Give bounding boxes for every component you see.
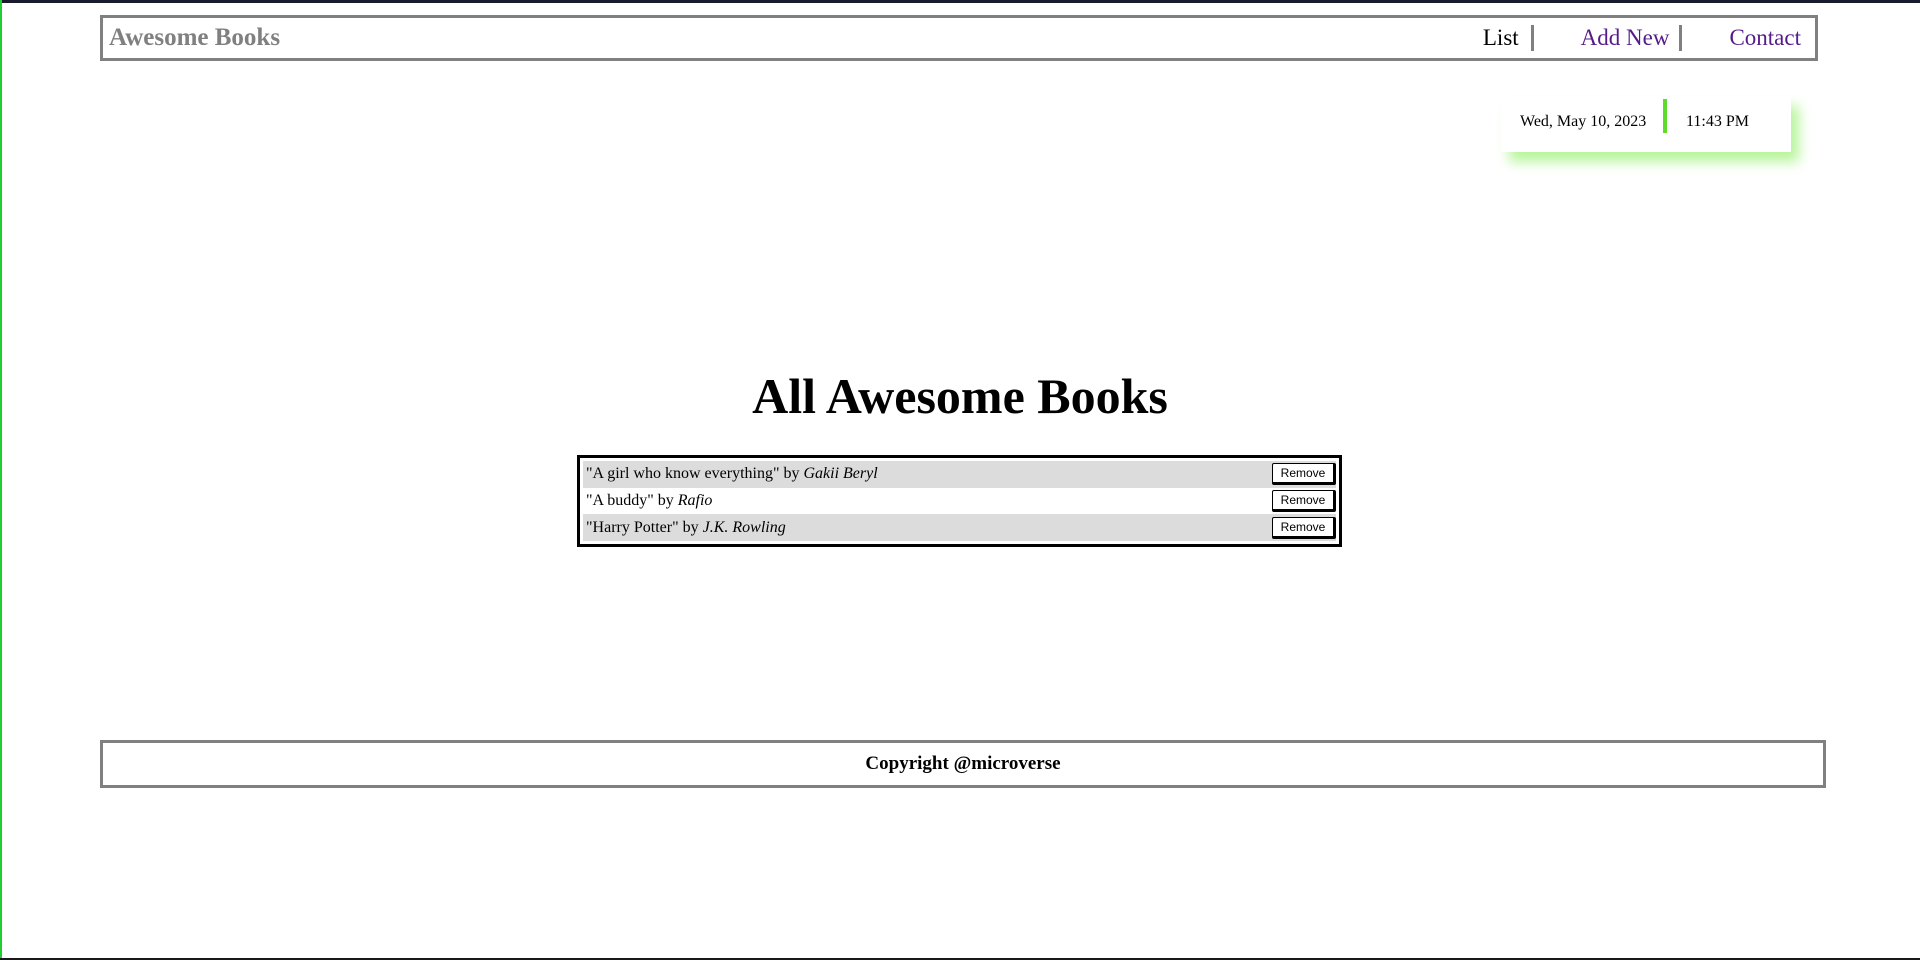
book-by: by (653, 492, 678, 509)
page-title: All Awesome Books (752, 368, 1168, 424)
date-time-card: Wed, May 10, 2023 11:43 PM (1501, 96, 1791, 152)
book-row: "A girl who know everything" by Gakii Be… (583, 461, 1336, 488)
main-nav: List Add New Contact (1483, 18, 1801, 58)
remove-book-button[interactable]: Remove (1272, 490, 1336, 512)
nav-separator (1530, 25, 1534, 51)
book-by: by (678, 518, 703, 536)
book-row: "A buddy" by Rafio Remove (583, 488, 1336, 515)
nav-link-add-new[interactable]: Add New (1581, 25, 1670, 51)
book-entry: "A buddy" by Rafio (586, 492, 712, 510)
book-entry: "A girl who know everything" by Gakii Be… (586, 465, 878, 483)
current-time: 11:43 PM (1686, 113, 1749, 130)
current-date: Wed, May 10, 2023 (1520, 113, 1647, 130)
book-entry: "Harry Potter" by J.K. Rowling (586, 519, 786, 537)
top-edge-strip (0, 0, 1920, 3)
site-header: Awesome Books List Add New Contact (100, 15, 1818, 61)
nav-separator (1679, 25, 1683, 51)
date-time-divider (1663, 99, 1667, 133)
book-author: Rafio (677, 492, 713, 509)
book-row: "Harry Potter" by J.K. Rowling Remove (583, 514, 1336, 542)
nav-link-contact[interactable]: Contact (1729, 25, 1801, 51)
site-footer: Copyright @microverse (100, 740, 1826, 788)
book-author: Gakii Beryl (803, 465, 878, 483)
remove-book-button[interactable]: Remove (1272, 516, 1336, 539)
remove-book-button[interactable]: Remove (1272, 463, 1336, 486)
left-edge-strip (0, 0, 2, 960)
book-title: "A buddy" (586, 492, 654, 509)
copyright-text: Copyright @microverse (865, 753, 1061, 774)
site-logo[interactable]: Awesome Books (109, 24, 280, 52)
book-title: "A girl who know everything" (586, 465, 780, 483)
book-by: by (779, 465, 804, 483)
book-list: "A girl who know everything" by Gakii Be… (577, 455, 1342, 547)
nav-link-list[interactable]: List (1483, 25, 1519, 51)
book-author: J.K. Rowling (702, 518, 786, 536)
book-title: "Harry Potter" (586, 518, 679, 536)
